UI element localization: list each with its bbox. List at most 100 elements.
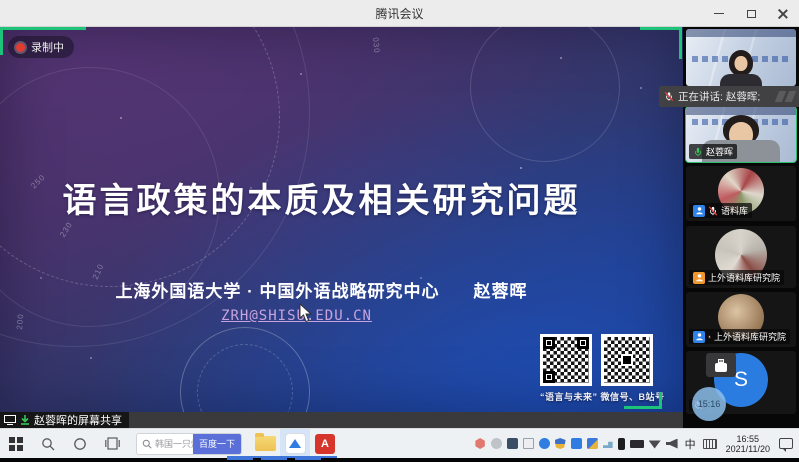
mic-muted-icon (664, 91, 674, 102)
cortana-icon (73, 437, 87, 451)
minimize-icon (714, 13, 724, 14)
device-chip (706, 353, 736, 377)
shared-window-icon (4, 415, 16, 425)
slide-subtitle: 上海外国语大学 · 中国外语战略研究中心 赵蓉晖 (0, 277, 643, 302)
participant-tile[interactable] (686, 29, 796, 86)
qr-code-bilibili (601, 334, 653, 386)
participant-tile-上外语料库研究院[interactable]: 上外语料库研究院 (686, 226, 796, 288)
participant-tile-语料库[interactable]: 语料库 (686, 166, 796, 221)
windows-logo-icon (9, 437, 23, 451)
network-arrow-icon[interactable] (603, 439, 613, 448)
participant-name-chip: 上外语料库研究院 (689, 270, 784, 285)
search-button[interactable] (32, 429, 64, 459)
participant-tile[interactable]: S15:16 (686, 351, 796, 414)
action-center-icon[interactable] (779, 438, 793, 449)
window-title: 腾讯会议 (375, 5, 423, 22)
qr-row (540, 334, 656, 386)
security-shield-icon[interactable] (555, 438, 566, 449)
search-icon (142, 439, 152, 449)
participant-tile-上外语料库研究院[interactable]: 上外语料库研究院 (686, 292, 796, 347)
search-icon (41, 437, 55, 451)
participant-name: 上外语料库研究院 (714, 330, 786, 343)
qr-code-wechat (540, 334, 592, 386)
tencent-meeting-taskbar-button[interactable] (280, 429, 310, 459)
qr-finder-icon (543, 371, 555, 383)
participant-name: 赵蓉晖 (706, 145, 733, 158)
taskbar-left: 韩国一只炸鸡10... 百度一下 A (0, 429, 340, 458)
person-icon (695, 273, 704, 282)
task-view-button[interactable] (96, 429, 128, 459)
video-topbar (686, 29, 796, 37)
taskbar-clock[interactable]: 16:55 2021/11/20 (722, 434, 774, 454)
active-speaker-bar: 正在讲话: 赵蓉晖; (659, 86, 799, 107)
qr-finder-icon (543, 337, 555, 349)
start-button[interactable] (0, 429, 32, 459)
task-view-icon (105, 437, 120, 450)
share-status-bar: 赵蓉晖的屏幕共享 (0, 412, 683, 428)
floating-time-bubble[interactable]: 15:16 (692, 387, 726, 421)
red-hexagon-app-icon[interactable] (475, 438, 486, 449)
participant-name-chip: 上外语料库研究院 (689, 329, 790, 344)
pdf-reader-button[interactable]: A (310, 429, 340, 459)
decor-circle (470, 27, 620, 162)
pdf-app-icon: A (315, 434, 335, 454)
share-download-icon (20, 415, 30, 425)
usb-device-icon (712, 357, 730, 373)
video-face (735, 56, 748, 71)
participant-name-chip: 语料库 (689, 203, 752, 218)
qr-center-logo (621, 354, 633, 366)
participant-name: 语料库 (721, 204, 748, 217)
photo-app-tray-icon[interactable] (587, 438, 598, 449)
person-badge-icon (693, 205, 705, 217)
mouse-cursor-icon (299, 303, 313, 328)
person-badge-icon (693, 331, 705, 343)
share-border-corner (0, 27, 86, 55)
touch-keyboard-icon[interactable] (703, 439, 717, 449)
tencent-meeting-window: 腾讯会议 030230210250200 录制中 语言政策的本质及相关研究问题 … (0, 0, 799, 462)
meeting-app-tray-icon[interactable] (571, 438, 582, 449)
maximize-button[interactable] (735, 0, 767, 27)
close-icon (778, 9, 788, 19)
mic-muted-icon (708, 206, 718, 216)
gray-circle-app-icon[interactable] (491, 438, 502, 449)
share-border-corner (640, 27, 682, 59)
bluetooth-icon[interactable] (539, 438, 550, 449)
person-icon (695, 206, 704, 215)
usb-drive-icon[interactable] (523, 438, 534, 449)
window-controls (703, 0, 799, 27)
bottom-strip (0, 458, 799, 462)
phone-link-icon[interactable] (618, 438, 625, 450)
participant-media (686, 29, 796, 86)
speaker-bar-decor (777, 91, 794, 102)
presentation-slide: 030230210250200 录制中 语言政策的本质及相关研究问题 上海外国语… (0, 27, 683, 412)
video-body (720, 74, 762, 86)
share-status-chip[interactable]: 赵蓉晖的屏幕共享 (0, 412, 129, 428)
battery-icon[interactable] (630, 440, 644, 448)
baidu-search-box[interactable]: 韩国一只炸鸡10... 百度一下 (136, 433, 242, 455)
wifi-icon[interactable] (649, 439, 661, 449)
person-badge-icon (693, 272, 705, 284)
email-link[interactable]: ZRH@SHISU.EDU.CN (221, 308, 372, 324)
clock-time: 16:55 (737, 434, 760, 444)
participant-tile-赵蓉晖[interactable]: 赵蓉晖 (686, 107, 796, 162)
person-icon (695, 332, 704, 341)
slide-link-row: ZRH@SHISU.EDU.CN (0, 307, 593, 325)
mic-muted-icon (708, 332, 711, 342)
open-app-indicator (295, 456, 321, 460)
close-button[interactable] (767, 0, 799, 27)
cortana-button[interactable] (64, 429, 96, 459)
participant-name: 上外语料库研究院 (708, 271, 780, 284)
meeting-app-icon (285, 433, 306, 454)
file-explorer-button[interactable] (250, 429, 280, 459)
shared-screen-area: 030230210250200 录制中 语言政策的本质及相关研究问题 上海外国语… (0, 27, 683, 428)
volume-icon[interactable] (666, 439, 678, 449)
window-titlebar: 腾讯会议 (0, 0, 799, 27)
tray-icons (475, 438, 678, 450)
minimize-button[interactable] (703, 0, 735, 27)
baidu-search-button[interactable]: 百度一下 (193, 433, 241, 455)
share-status-label: 赵蓉晖的屏幕共享 (34, 412, 122, 428)
bluetooth-device-icon[interactable] (507, 438, 518, 449)
ime-indicator[interactable]: 中 (683, 436, 698, 452)
open-app-indicator (261, 456, 287, 460)
open-app-indicator (227, 456, 253, 460)
